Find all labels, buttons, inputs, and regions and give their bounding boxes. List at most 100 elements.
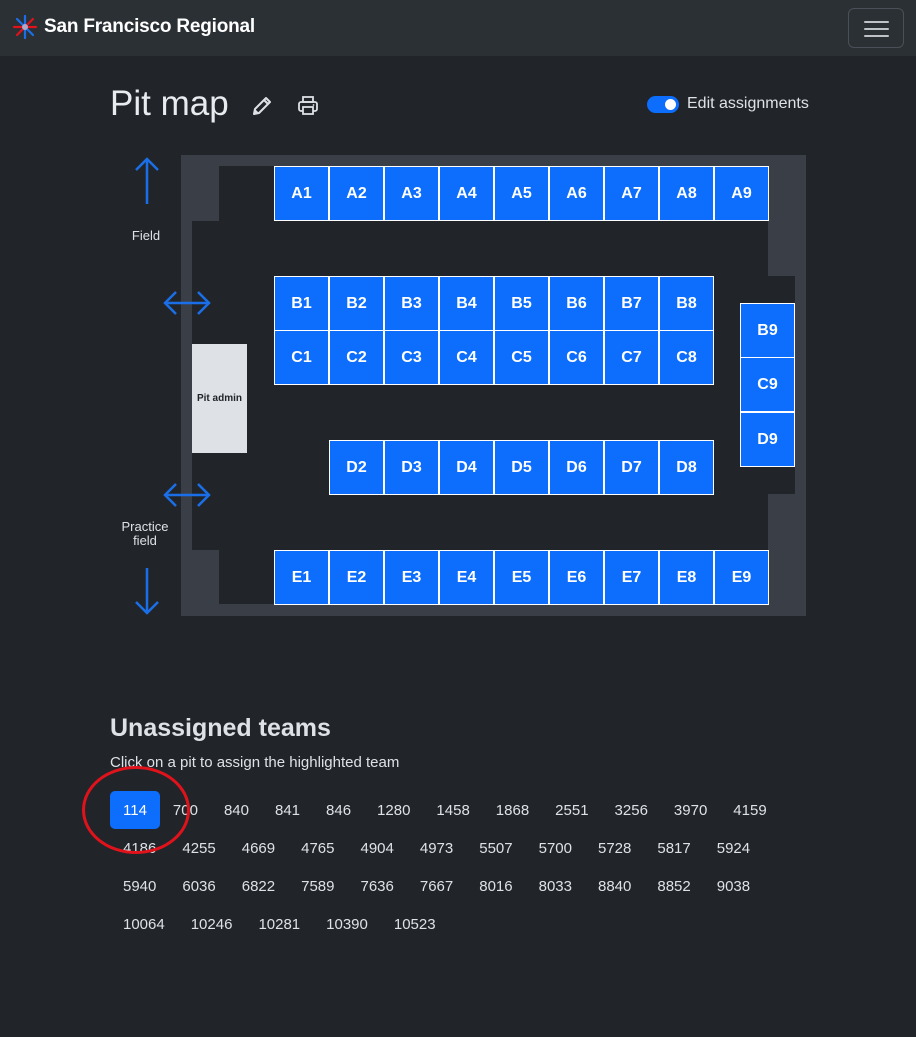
toggle-label: Edit assignments: [687, 95, 809, 112]
pit-b3[interactable]: B3: [384, 276, 439, 331]
team-4186[interactable]: 4186: [110, 829, 169, 867]
brand[interactable]: San Francisco Regional: [12, 14, 255, 40]
team-10246[interactable]: 10246: [178, 905, 246, 943]
team-9038[interactable]: 9038: [704, 867, 763, 905]
team-1280[interactable]: 1280: [364, 791, 423, 829]
team-5817[interactable]: 5817: [644, 829, 703, 867]
pit-a3[interactable]: A3: [384, 166, 439, 221]
team-700[interactable]: 700: [160, 791, 211, 829]
pit-e5[interactable]: E5: [494, 550, 549, 605]
pit-e9[interactable]: E9: [714, 550, 769, 605]
pit-d9[interactable]: D9: [740, 412, 795, 467]
pit-b6[interactable]: B6: [549, 276, 604, 331]
team-3970[interactable]: 3970: [661, 791, 720, 829]
team-10523[interactable]: 10523: [381, 905, 449, 943]
pit-c9[interactable]: C9: [740, 357, 795, 412]
pit-d3[interactable]: D3: [384, 440, 439, 495]
pit-e4[interactable]: E4: [439, 550, 494, 605]
pit-b4[interactable]: B4: [439, 276, 494, 331]
team-8033[interactable]: 8033: [526, 867, 585, 905]
unassigned-instruction: Click on a pit to assign the highlighted…: [110, 754, 400, 771]
team-5728[interactable]: 5728: [585, 829, 644, 867]
brand-title: San Francisco Regional: [44, 16, 255, 37]
pit-b5[interactable]: B5: [494, 276, 549, 331]
team-5507[interactable]: 5507: [466, 829, 525, 867]
pit-d8[interactable]: D8: [659, 440, 714, 495]
toggle-switch[interactable]: [647, 95, 679, 113]
pit-a1[interactable]: A1: [274, 166, 329, 221]
team-10281[interactable]: 10281: [245, 905, 313, 943]
team-10064[interactable]: 10064: [110, 905, 178, 943]
pit-e3[interactable]: E3: [384, 550, 439, 605]
pit-e7[interactable]: E7: [604, 550, 659, 605]
pit-c5[interactable]: C5: [494, 330, 549, 385]
team-8016[interactable]: 8016: [466, 867, 525, 905]
edit-assignments-toggle[interactable]: Edit assignments: [647, 95, 809, 113]
pit-a5[interactable]: A5: [494, 166, 549, 221]
team-5700[interactable]: 5700: [526, 829, 585, 867]
team-4255[interactable]: 4255: [169, 829, 228, 867]
hamburger-icon-line: [864, 21, 889, 23]
pit-e2[interactable]: E2: [329, 550, 384, 605]
pit-a6[interactable]: A6: [549, 166, 604, 221]
pit-c3[interactable]: C3: [384, 330, 439, 385]
team-4669[interactable]: 4669: [229, 829, 288, 867]
printer-icon[interactable]: [297, 95, 319, 117]
aisle: [192, 494, 768, 550]
pit-c1[interactable]: C1: [274, 330, 329, 385]
pit-c2[interactable]: C2: [329, 330, 384, 385]
pit-b7[interactable]: B7: [604, 276, 659, 331]
team-7667[interactable]: 7667: [407, 867, 466, 905]
pit-d4[interactable]: D4: [439, 440, 494, 495]
menu-toggle-button[interactable]: [848, 8, 904, 48]
pit-e6[interactable]: E6: [549, 550, 604, 605]
navbar: San Francisco Regional: [0, 0, 916, 56]
team-6036[interactable]: 6036: [169, 867, 228, 905]
arrow-left-right-icon: [163, 291, 211, 315]
field-label: Field: [131, 228, 161, 243]
pit-d6[interactable]: D6: [549, 440, 604, 495]
team-10390[interactable]: 10390: [313, 905, 381, 943]
pit-c7[interactable]: C7: [604, 330, 659, 385]
pit-a7[interactable]: A7: [604, 166, 659, 221]
aisle: [192, 221, 768, 276]
pit-a4[interactable]: A4: [439, 166, 494, 221]
team-7589[interactable]: 7589: [288, 867, 347, 905]
team-5924[interactable]: 5924: [704, 829, 763, 867]
practice-label-line: field: [133, 533, 157, 548]
pit-a2[interactable]: A2: [329, 166, 384, 221]
pit-b9[interactable]: B9: [740, 303, 795, 358]
pit-c6[interactable]: C6: [549, 330, 604, 385]
pit-b1[interactable]: B1: [274, 276, 329, 331]
team-8840[interactable]: 8840: [585, 867, 644, 905]
pit-c8[interactable]: C8: [659, 330, 714, 385]
team-4904[interactable]: 4904: [348, 829, 407, 867]
team-3256[interactable]: 3256: [602, 791, 661, 829]
pit-b2[interactable]: B2: [329, 276, 384, 331]
pit-b8[interactable]: B8: [659, 276, 714, 331]
team-841[interactable]: 841: [262, 791, 313, 829]
pit-a8[interactable]: A8: [659, 166, 714, 221]
team-7636[interactable]: 7636: [348, 867, 407, 905]
pit-c4[interactable]: C4: [439, 330, 494, 385]
unassigned-teams-heading: Unassigned teams: [110, 714, 331, 742]
pit-d2[interactable]: D2: [329, 440, 384, 495]
team-8852[interactable]: 8852: [644, 867, 703, 905]
team-6822[interactable]: 6822: [229, 867, 288, 905]
team-846[interactable]: 846: [313, 791, 364, 829]
team-4159[interactable]: 4159: [720, 791, 779, 829]
team-1458[interactable]: 1458: [423, 791, 482, 829]
team-114[interactable]: 114: [110, 791, 160, 829]
pencil-icon[interactable]: [251, 95, 273, 117]
team-4973[interactable]: 4973: [407, 829, 466, 867]
team-5940[interactable]: 5940: [110, 867, 169, 905]
pit-d5[interactable]: D5: [494, 440, 549, 495]
pit-a9[interactable]: A9: [714, 166, 769, 221]
team-4765[interactable]: 4765: [288, 829, 347, 867]
pit-e1[interactable]: E1: [274, 550, 329, 605]
team-2551[interactable]: 2551: [542, 791, 601, 829]
team-840[interactable]: 840: [211, 791, 262, 829]
pit-e8[interactable]: E8: [659, 550, 714, 605]
team-1868[interactable]: 1868: [483, 791, 542, 829]
pit-d7[interactable]: D7: [604, 440, 659, 495]
